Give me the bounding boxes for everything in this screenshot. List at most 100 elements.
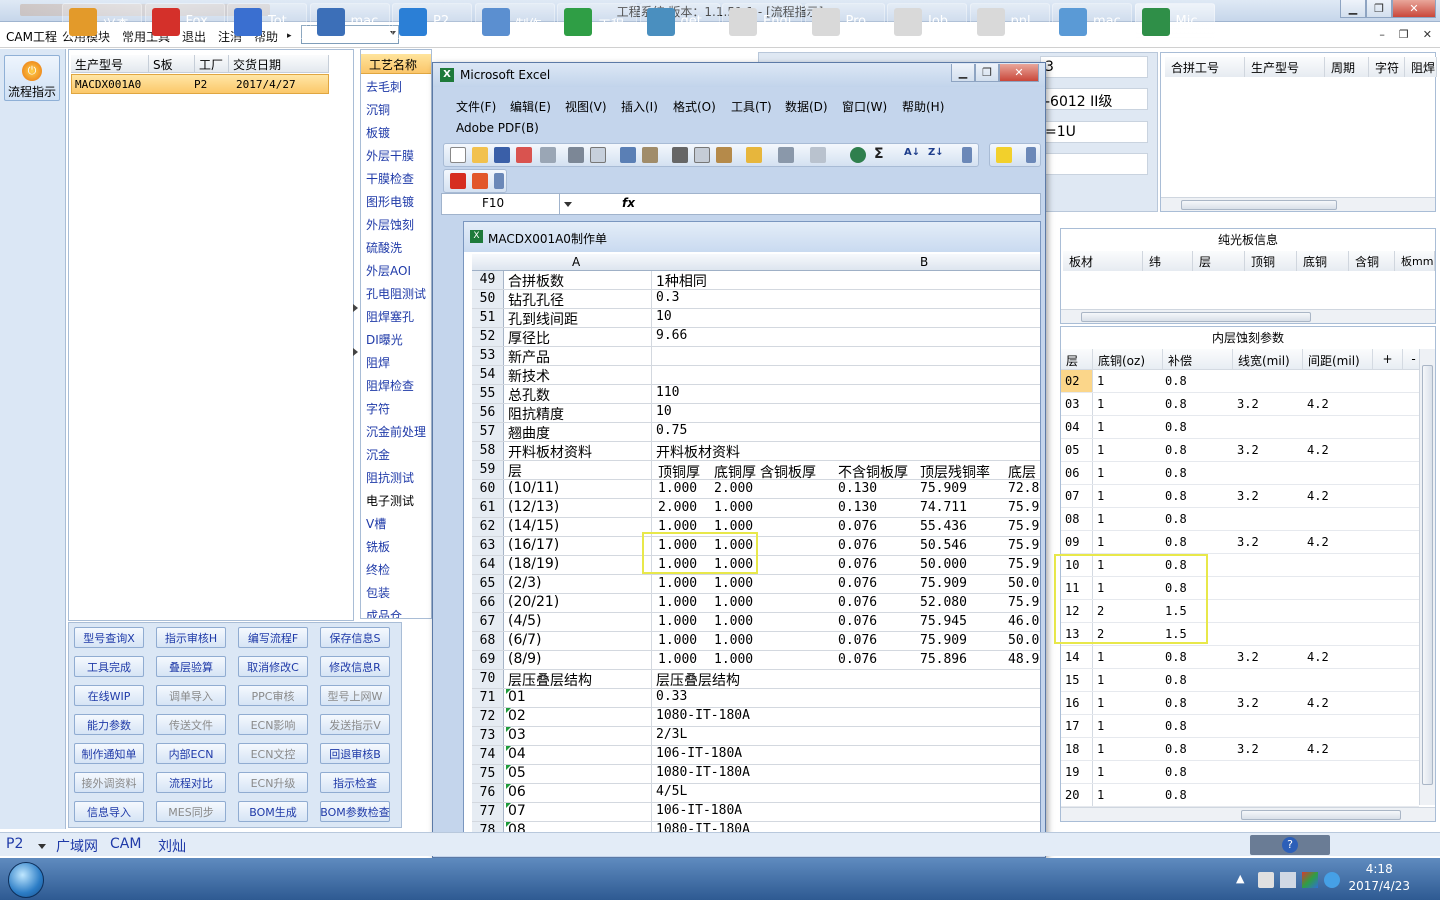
hyperlink-icon[interactable] (850, 147, 866, 163)
function-button[interactable]: ECN影响 (238, 714, 308, 735)
col-header-weft[interactable]: 纬 (1143, 251, 1193, 271)
row-number[interactable]: 52 (472, 328, 504, 346)
cell-a[interactable]: (2/3) (506, 575, 652, 593)
taskbar-item[interactable]: 制作... (474, 3, 555, 39)
copy-icon[interactable] (694, 147, 710, 163)
pdf-convert-icon[interactable] (450, 173, 466, 189)
redo-icon[interactable] (810, 147, 826, 163)
process-item[interactable]: 沉铜 (366, 101, 390, 118)
scroll-thumb[interactable] (1081, 312, 1311, 322)
maximize-button[interactable]: ❐ (1366, 0, 1392, 18)
col-header-layer[interactable]: 层 (1193, 251, 1245, 271)
excel-menu-view[interactable]: 视图(V) (565, 98, 607, 115)
permission-icon[interactable] (516, 147, 532, 163)
col-header-material[interactable]: 板材 (1063, 251, 1143, 271)
flow-indicator-button[interactable]: ⏻ 流程指示 (4, 55, 60, 101)
cell-b-multi[interactable]: 顶铜厚 底铜厚 含铜板厚 不含铜板厚 顶层残铜率 底层 (654, 461, 1040, 479)
function-button[interactable]: 传送文件 (156, 714, 226, 735)
cell-b-multi[interactable]: 1.000 1.000 0.076 52.080 75.9 (654, 594, 1040, 612)
volume-icon[interactable] (1324, 872, 1340, 888)
start-button[interactable] (4, 860, 48, 900)
open-icon[interactable] (472, 147, 488, 163)
factory-selector[interactable]: P2 (6, 836, 23, 852)
row-number[interactable]: 51 (472, 309, 504, 327)
process-item[interactable]: 阻焊 (366, 354, 390, 371)
process-item[interactable]: 沉金 (366, 446, 390, 463)
process-item[interactable]: 字符 (366, 400, 390, 417)
cell-a[interactable]: 04 (506, 746, 652, 764)
row-number[interactable]: 62 (472, 518, 504, 536)
fx-icon[interactable]: fx (622, 196, 635, 210)
scroll-thumb[interactable] (1181, 200, 1337, 210)
cell-b[interactable] (654, 366, 1040, 384)
function-button[interactable]: 制作通知单 (74, 743, 144, 764)
row-number[interactable]: 67 (472, 613, 504, 631)
minimize-button[interactable]: ▁ (1340, 0, 1366, 18)
process-item[interactable]: 铣板 (366, 538, 390, 555)
taskbar-item[interactable]: Engi... (722, 3, 802, 39)
add-row-button[interactable]: + (1373, 349, 1403, 370)
excel-menu-edit[interactable]: 编辑(E) (510, 98, 551, 115)
taskbar-item[interactable]: P2... (392, 3, 472, 39)
autosum-icon[interactable]: Σ (874, 146, 890, 162)
excel-menu-insert[interactable]: 插入(I) (621, 98, 658, 115)
process-item[interactable]: 包装 (366, 584, 390, 601)
etch-row[interactable]: 02 1 0.8 (1061, 370, 1419, 393)
taskbar-item[interactable]: 兴森... (62, 3, 142, 39)
cell-a[interactable]: 01 (506, 689, 652, 707)
function-button[interactable]: 指示检查 (320, 772, 390, 793)
language-bar[interactable]: ? (1250, 835, 1330, 855)
info-field-2[interactable]: -6012 II级 (1040, 88, 1148, 110)
function-button[interactable]: ECN升级 (238, 772, 308, 793)
taskbar-item[interactable]: pnl ... (969, 3, 1050, 39)
etch-row[interactable]: 08 1 0.8 (1061, 508, 1419, 531)
col-header-top-copper[interactable]: 顶铜 (1245, 251, 1297, 271)
cell-b[interactable]: 开料板材资料 (654, 442, 1040, 460)
excel-menu-format[interactable]: 格式(O) (673, 98, 716, 115)
row-number[interactable]: 63 (472, 537, 504, 555)
cell-b[interactable] (654, 347, 1040, 365)
info-field-1[interactable]: 3 (1040, 56, 1148, 78)
col-header-cycle[interactable]: 周期 (1325, 57, 1369, 77)
cell-b[interactable]: 110 (654, 385, 1040, 403)
function-button[interactable]: 取消修改C (238, 656, 308, 677)
cell-a[interactable]: 07 (506, 803, 652, 821)
mdi-restore-button[interactable]: ❐ (1399, 28, 1409, 41)
cell-a[interactable]: 05 (506, 765, 652, 783)
row-number[interactable]: 56 (472, 404, 504, 422)
col-header-s-board[interactable]: S板 (149, 55, 195, 73)
function-button[interactable]: PPC审核 (238, 685, 308, 706)
function-button[interactable]: 发送指示V (320, 714, 390, 735)
cell-a[interactable]: (18/19) (506, 556, 652, 574)
taskbar-item[interactable]: get ... (639, 3, 720, 39)
row-number[interactable]: 74 (472, 746, 504, 764)
cell-a[interactable]: 02 (506, 708, 652, 726)
function-button[interactable]: 流程对比 (156, 772, 226, 793)
cell-a[interactable]: (12/13) (506, 499, 652, 517)
cell-b[interactable]: 0.75 (654, 423, 1040, 441)
cell-b[interactable]: 1080-IT-180A (654, 708, 1040, 726)
print-preview-icon[interactable] (590, 147, 606, 163)
panel-splitter[interactable] (352, 300, 360, 360)
function-button[interactable]: ECN文控 (238, 743, 308, 764)
cell-b-multi[interactable]: 2.000 1.000 0.130 74.711 75.9 (654, 499, 1040, 517)
cell-b[interactable]: 1080-IT-180A (654, 765, 1040, 783)
row-number[interactable]: 73 (472, 727, 504, 745)
etch-row[interactable]: 16 1 0.8 3.2 4.2 (1061, 692, 1419, 715)
process-item[interactable]: 干膜检查 (366, 170, 414, 187)
function-button[interactable]: 型号查询X (74, 627, 144, 648)
mdi-close-button[interactable]: ✕ (1423, 28, 1432, 41)
spelling-icon[interactable] (620, 147, 636, 163)
cell-a[interactable]: (8/9) (506, 651, 652, 669)
process-item[interactable]: 终检 (366, 561, 390, 578)
row-number[interactable]: 53 (472, 347, 504, 365)
col-header-spacing[interactable]: 间距(mil) (1303, 349, 1373, 370)
etch-row[interactable]: 07 1 0.8 3.2 4.2 (1061, 485, 1419, 508)
excel-menu-file[interactable]: 文件(F) (456, 98, 496, 115)
etch-row[interactable]: 18 1 0.8 3.2 4.2 (1061, 738, 1419, 761)
excel-maximize-button[interactable]: ❐ (975, 64, 999, 82)
row-number[interactable]: 77 (472, 803, 504, 821)
cell-a[interactable]: (20/21) (506, 594, 652, 612)
toolbar-options-icon[interactable] (494, 173, 504, 189)
chevron-down-icon[interactable] (38, 844, 46, 849)
